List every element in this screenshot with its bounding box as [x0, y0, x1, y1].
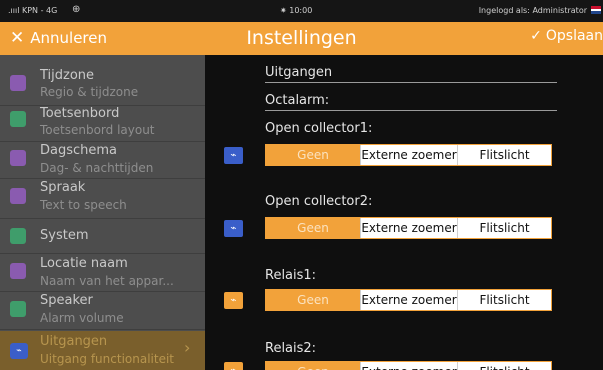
sidebar-item-title: Spraak: [40, 180, 86, 195]
output-icon: ⌁: [224, 292, 243, 309]
carrier-indicator: .ıııl KPN - 4G: [8, 6, 58, 15]
speaker-icon: [10, 301, 26, 317]
divider: [0, 291, 205, 292]
divider: [0, 218, 205, 219]
option-flitslicht[interactable]: Flitslicht: [457, 290, 551, 310]
check-icon: ✓: [530, 28, 542, 44]
system-icon: [10, 228, 26, 244]
sidebar-item-subtitle: Uitgang functionaliteit: [40, 352, 174, 366]
globe-icon: ⊕: [72, 4, 81, 15]
output-label: Open collector2:: [265, 194, 373, 209]
page-title: Instellingen: [246, 27, 357, 49]
divider: [0, 329, 205, 330]
login-status: Ingelogd als: Administrator: [478, 6, 587, 15]
sidebar-item-title: Tijdzone: [40, 68, 95, 83]
save-button[interactable]: ✓ Opslaan: [530, 28, 603, 44]
sidebar-item-subtitle: Regio & tijdzone: [40, 85, 139, 99]
sidebar-item-title: Toetsenbord: [40, 106, 120, 121]
divider: [0, 178, 205, 179]
option-geen[interactable]: Geen: [266, 218, 360, 238]
subsection-title: Octalarm:: [265, 93, 557, 111]
sidebar-item-title: Dagschema: [40, 143, 118, 158]
outputs-panel: Uitgangen Octalarm: Open collector1: ⌁ G…: [205, 55, 603, 370]
save-label: Opslaan: [545, 28, 603, 44]
status-bar: .ıııl KPN - 4G ⊕ ✷ 10:00 Ingelogd als: A…: [0, 0, 603, 22]
option-flitslicht[interactable]: Flitslicht: [457, 218, 551, 238]
option-geen[interactable]: Geen: [266, 145, 360, 165]
output-selector-open-collector2: Geen Externe zoemer Flitslicht: [265, 217, 552, 239]
sidebar-item-title: Locatie naam: [40, 256, 128, 271]
output-icon: ⌁: [10, 343, 28, 359]
sidebar-item-title: Speaker: [40, 293, 93, 308]
output-icon: ⌁: [224, 362, 243, 370]
sidebar-item-subtitle: Alarm volume: [40, 311, 124, 325]
output-label: Relais1:: [265, 268, 317, 283]
globe-icon: [10, 75, 26, 91]
sidebar-item-subtitle: Text to speech: [40, 198, 127, 212]
option-flitslicht[interactable]: Flitslicht: [457, 362, 551, 370]
keyboard-icon: [10, 111, 26, 127]
sidebar-item-subtitle: Naam van het appar...: [40, 274, 174, 288]
option-geen[interactable]: Geen: [266, 290, 360, 310]
clock-time: 10:00: [289, 6, 313, 15]
divider: [0, 141, 205, 142]
clock: ✷ 10:00: [280, 6, 313, 15]
output-icon: ⌁: [224, 220, 243, 237]
option-externe-zoemer[interactable]: Externe zoemer: [360, 290, 457, 310]
sun-icon: [10, 150, 26, 166]
sidebar-item-title: System: [40, 228, 89, 243]
output-selector-open-collector1: Geen Externe zoemer Flitslicht: [265, 144, 552, 166]
chevron-right-icon: ›: [184, 338, 191, 357]
top-bar: ✕ Annuleren Instellingen ✓ Opslaan: [0, 22, 603, 55]
sidebar-item-title: Uitgangen: [40, 334, 108, 349]
output-label: Relais2:: [265, 341, 317, 356]
sidebar-item-subtitle: Dag- & nachttijden: [40, 161, 154, 175]
option-externe-zoemer[interactable]: Externe zoemer: [360, 362, 457, 370]
location-icon: [10, 263, 26, 279]
sidebar-item-uitgangen[interactable]: ⌁ Uitgangen Uitgang functionaliteit ›: [0, 331, 205, 370]
section-title: Uitgangen: [265, 65, 557, 83]
option-geen[interactable]: Geen: [266, 362, 360, 370]
output-label: Open collector1:: [265, 121, 373, 136]
option-externe-zoemer[interactable]: Externe zoemer: [360, 218, 457, 238]
output-selector-relais2: Geen Externe zoemer Flitslicht: [265, 361, 552, 370]
sidebar-item-subtitle: Toetsenbord layout: [40, 123, 155, 137]
divider: [0, 253, 205, 254]
option-externe-zoemer[interactable]: Externe zoemer: [360, 145, 457, 165]
flag-nl-icon: [591, 6, 601, 14]
output-selector-relais1: Geen Externe zoemer Flitslicht: [265, 289, 552, 311]
speech-icon: [10, 188, 26, 204]
option-flitslicht[interactable]: Flitslicht: [457, 145, 551, 165]
settings-sidebar: Tijdzone Regio & tijdzone Toetsenbord To…: [0, 55, 205, 370]
output-icon: ⌁: [224, 147, 243, 164]
